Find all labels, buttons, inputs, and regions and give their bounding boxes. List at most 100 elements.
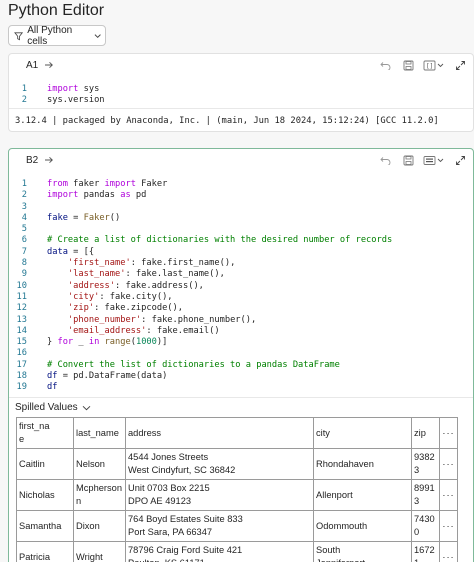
expand-icon[interactable]: [453, 58, 467, 72]
column-header: address: [125, 417, 314, 449]
code-token: faker: [67, 179, 105, 189]
code-token: : fake.zipcode(),: [94, 303, 183, 314]
code-line: 2 sys.version: [9, 95, 473, 106]
more-columns-indicator[interactable]: ···: [439, 417, 458, 449]
code-token: 'email_address': [67, 325, 147, 336]
code-line: 13 'phone_number': fake.phone_number(),: [9, 315, 473, 326]
code-text: 'first_name': fake.first_name(),: [47, 258, 235, 269]
table-cell: Nelson: [73, 448, 126, 480]
table-header-row: first_na e last_name address city zip ···: [16, 417, 458, 449]
undo-icon[interactable]: [379, 58, 393, 72]
code-line: 17 # Convert the list of dictionaries to …: [9, 360, 473, 371]
table-cell: 764 Boyd Estates Suite 833 Port Sara, PA…: [125, 510, 314, 542]
line-number: 14: [16, 325, 27, 336]
code-line: 14 'email_address': fake.email(): [9, 326, 473, 337]
save-icon[interactable]: [401, 153, 415, 167]
spilled-values-label: Spilled Values: [15, 402, 78, 413]
code-text: 'zip': fake.zipcode(),: [47, 303, 183, 314]
line-number: 1: [21, 84, 27, 94]
table-cell: Unit 0703 Box 2215 DPO AE 49123: [125, 479, 314, 511]
table-cell: Caitlin: [16, 448, 74, 480]
code-text: from faker import Faker: [47, 179, 167, 190]
code-text: data = [{: [47, 247, 94, 258]
code-token: _: [73, 337, 89, 348]
code-token: as: [120, 190, 131, 201]
code-token: in: [88, 337, 100, 348]
table-row: Patricia Wright 78796 Craig Ford Suite 421…: [16, 541, 458, 562]
code-line: 3: [9, 202, 473, 213]
output-type-icon[interactable]: [423, 153, 445, 167]
table-cell: Wright: [73, 541, 126, 562]
table-cell: Dixon: [73, 510, 126, 542]
filter-icon: [14, 31, 24, 40]
column-header: last_name: [73, 417, 126, 449]
python-cell-a1[interactable]: A1 [] 1 import sys 2 sys.version 3.12.4 | p…: [8, 53, 474, 132]
code-token: import: [104, 179, 136, 189]
cell-toolbar: [379, 153, 467, 167]
table-cell: 7430 0: [411, 510, 440, 542]
more-columns-indicator[interactable]: ···: [439, 510, 458, 542]
line-number: 10: [16, 280, 27, 291]
column-header: zip: [411, 417, 440, 449]
line-number: 18: [16, 371, 27, 382]
undo-icon[interactable]: [379, 153, 393, 167]
code-line: 1 from faker import Faker: [9, 179, 473, 190]
more-columns-indicator[interactable]: ···: [439, 541, 458, 562]
code-token: 'phone_number': [67, 314, 142, 325]
table-row: Samantha Dixon 764 Boyd Estates Suite 833 …: [16, 510, 458, 542]
code-token: 1000: [135, 337, 157, 348]
code-token: 'city': [67, 291, 100, 302]
code-token: : fake.first_name(),: [130, 258, 236, 269]
code-text: } for _ in range(1000)]: [47, 337, 167, 348]
chevron-down-icon: [82, 405, 90, 410]
output-type-icon[interactable]: []: [423, 58, 445, 72]
code-token: =: [67, 212, 84, 223]
code-text: df = pd.DataFrame(data): [47, 371, 167, 382]
cell-filter-dropdown[interactable]: All Python cells: [8, 24, 106, 47]
line-number: 2: [21, 190, 27, 201]
code-line: 2 import pandas as pd: [9, 190, 473, 201]
go-to-cell-icon[interactable]: [44, 156, 54, 164]
table-cell: 9382 3: [411, 448, 440, 480]
more-columns-indicator[interactable]: ···: [439, 479, 458, 511]
code-token: )]: [156, 337, 168, 348]
line-number: 4: [21, 212, 27, 223]
code-line: 1 import sys: [9, 84, 473, 95]
line-number: 7: [21, 246, 27, 257]
code-token: range: [104, 337, 131, 348]
go-to-cell-icon[interactable]: [44, 61, 54, 69]
expand-icon[interactable]: [453, 153, 467, 167]
code-token: import: [47, 84, 79, 94]
column-header: first_na e: [16, 417, 74, 449]
save-icon[interactable]: [401, 58, 415, 72]
code-token: : fake.email(): [146, 325, 220, 336]
code-line: 7 data = [{: [9, 247, 473, 258]
spilled-values-toggle[interactable]: Spilled Values: [15, 402, 91, 413]
table-cell: Allenport: [313, 479, 412, 511]
output-divider: [9, 397, 473, 398]
code-editor[interactable]: 1 import sys 2 sys.version: [9, 84, 473, 107]
code-text: 'phone_number': fake.phone_number(),: [47, 315, 256, 326]
code-token: df: [47, 382, 58, 393]
line-number: 13: [16, 314, 27, 325]
cell-toolbar: []: [379, 58, 467, 72]
filter-label: All Python cells: [27, 24, 73, 47]
code-token: data: [47, 246, 68, 257]
table-cell: Nicholas: [16, 479, 74, 511]
table-cell: Patricia: [16, 541, 74, 562]
code-token: = [{: [67, 246, 95, 257]
code-text: df: [47, 382, 57, 393]
more-columns-indicator[interactable]: ···: [439, 448, 458, 480]
table-cell: 1672 1: [411, 541, 440, 562]
code-line: 5: [9, 224, 473, 235]
code-editor[interactable]: 1 from faker import Faker 2 import pandas a…: [9, 179, 473, 394]
python-cell-b2[interactable]: B2 1 from faker import Faker 2 import panda…: [8, 148, 474, 562]
chevron-down-icon: [94, 33, 101, 38]
cell-reference: A1: [26, 59, 39, 71]
spilled-values-table: first_na e last_name address city zip ··· Cait…: [16, 417, 458, 562]
